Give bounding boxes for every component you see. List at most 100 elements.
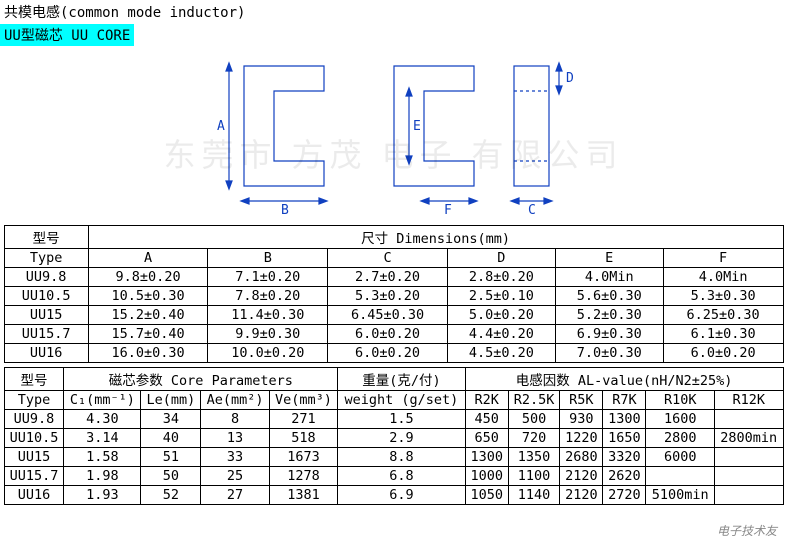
table-row: UU161.93522713816.910501140212027205100m… <box>4 486 783 505</box>
table-cell: 10.0±0.20 <box>208 344 328 363</box>
table-cell: 6000 <box>646 448 714 467</box>
table-cell: 4.0Min <box>663 268 783 287</box>
table-cell: 1650 <box>603 429 646 448</box>
table-cell: UU9.8 <box>4 268 88 287</box>
table-cell: 2800 <box>646 429 714 448</box>
t2-core-col: Ve(mm³) <box>269 391 337 410</box>
table-cell: 2.8±0.20 <box>447 268 555 287</box>
table-cell: 6.0±0.20 <box>663 344 783 363</box>
dim-d: D <box>566 71 574 86</box>
table-cell: 1300 <box>465 448 508 467</box>
t2-al-col: R5K <box>560 391 603 410</box>
table-cell: 9.8±0.20 <box>88 268 208 287</box>
table-cell: 4.0Min <box>555 268 663 287</box>
table-cell: 51 <box>141 448 201 467</box>
table-cell: 5.2±0.30 <box>555 306 663 325</box>
table-cell: UU15.7 <box>4 467 64 486</box>
section-subtitle: UU型磁芯 UU CORE <box>0 24 134 46</box>
table-cell: 930 <box>560 410 603 429</box>
table-cell <box>646 467 714 486</box>
table-cell: 1220 <box>560 429 603 448</box>
table-row: UU1515.2±0.4011.4±0.306.45±0.305.0±0.205… <box>4 306 783 325</box>
page-title: 共模电感(common mode inductor) <box>0 0 787 24</box>
parameters-table: 型号 磁芯参数 Core Parameters 重量(克/付) 电感因数 AL-… <box>4 367 784 505</box>
table-cell: 34 <box>141 410 201 429</box>
table-cell: 1381 <box>269 486 337 505</box>
table-cell: 13 <box>201 429 269 448</box>
table-cell: 33 <box>201 448 269 467</box>
table-cell: UU15 <box>4 306 88 325</box>
table-cell: 2620 <box>603 467 646 486</box>
table-cell: 6.0±0.20 <box>328 325 448 344</box>
table-cell: 16.0±0.30 <box>88 344 208 363</box>
table-cell: 1350 <box>508 448 560 467</box>
table-cell: 3320 <box>603 448 646 467</box>
table-cell: 1140 <box>508 486 560 505</box>
table-row: UU1616.0±0.3010.0±0.206.0±0.204.5±0.207.… <box>4 344 783 363</box>
table-row: UU10.53.1440135182.965072012201650280028… <box>4 429 783 448</box>
table-cell: 6.9±0.30 <box>555 325 663 344</box>
table-cell: UU16 <box>4 486 64 505</box>
table-cell <box>714 467 783 486</box>
table-cell: 6.45±0.30 <box>328 306 448 325</box>
table-cell: 15.2±0.40 <box>88 306 208 325</box>
table-cell: 6.9 <box>338 486 466 505</box>
table-cell: 50 <box>141 467 201 486</box>
table-cell: 7.1±0.20 <box>208 268 328 287</box>
t2-core-header: 磁芯参数 Core Parameters <box>64 368 338 391</box>
table-cell: 5100min <box>646 486 714 505</box>
table-cell <box>714 486 783 505</box>
t2-weight-header-en: weight (g/set) <box>338 391 466 410</box>
footer-watermark: 电子技术友 <box>717 522 777 539</box>
t2-al-col: R2K <box>465 391 508 410</box>
table-cell: 1100 <box>508 467 560 486</box>
table-cell: 2120 <box>560 467 603 486</box>
table-cell: 5.6±0.30 <box>555 287 663 306</box>
table-cell: 3.14 <box>64 429 141 448</box>
table-cell: 1000 <box>465 467 508 486</box>
table-cell: 1278 <box>269 467 337 486</box>
t2-core-col: Ae(mm²) <box>201 391 269 410</box>
table-cell: 1.58 <box>64 448 141 467</box>
table-cell: 2680 <box>560 448 603 467</box>
table-cell: 25 <box>201 467 269 486</box>
table-cell: 27 <box>201 486 269 505</box>
table-cell: UU10.5 <box>4 287 88 306</box>
table-cell: 6.1±0.30 <box>663 325 783 344</box>
table-cell: 11.4±0.30 <box>208 306 328 325</box>
t1-col: D <box>447 249 555 268</box>
t1-col: E <box>555 249 663 268</box>
table-cell: 7.8±0.20 <box>208 287 328 306</box>
table-cell: 4.4±0.20 <box>447 325 555 344</box>
dimensions-table: 型号 尺寸 Dimensions(mm) Type A B C D E F UU… <box>4 225 784 363</box>
table-cell <box>714 410 783 429</box>
table-cell: 8 <box>201 410 269 429</box>
table-row: UU9.84.303482711.545050093013001600 <box>4 410 783 429</box>
table-cell: 4.5±0.20 <box>447 344 555 363</box>
dim-c: C <box>528 203 536 216</box>
t2-al-col: R2.5K <box>508 391 560 410</box>
t2-core-col: C₁(mm⁻¹) <box>64 391 141 410</box>
table-cell: UU9.8 <box>4 410 64 429</box>
t1-type-header-en: Type <box>4 249 88 268</box>
table-cell: 271 <box>269 410 337 429</box>
t1-dim-header: 尺寸 Dimensions(mm) <box>88 226 783 249</box>
table-cell: 2720 <box>603 486 646 505</box>
t2-core-col: Le(mm) <box>141 391 201 410</box>
table-cell: 10.5±0.30 <box>88 287 208 306</box>
table-cell: 4.30 <box>64 410 141 429</box>
t1-col: C <box>328 249 448 268</box>
table-cell: 518 <box>269 429 337 448</box>
table-cell: 40 <box>141 429 201 448</box>
t2-type-header-cn: 型号 <box>4 368 64 391</box>
table-row: UU10.510.5±0.307.8±0.205.3±0.202.5±0.105… <box>4 287 783 306</box>
table-cell: 2800min <box>714 429 783 448</box>
table-cell: 2.9 <box>338 429 466 448</box>
table-cell <box>714 448 783 467</box>
table-cell: 6.0±0.20 <box>328 344 448 363</box>
table-cell: 650 <box>465 429 508 448</box>
table-cell: 450 <box>465 410 508 429</box>
table-cell: 9.9±0.30 <box>208 325 328 344</box>
t1-col: B <box>208 249 328 268</box>
table-cell: 1.93 <box>64 486 141 505</box>
